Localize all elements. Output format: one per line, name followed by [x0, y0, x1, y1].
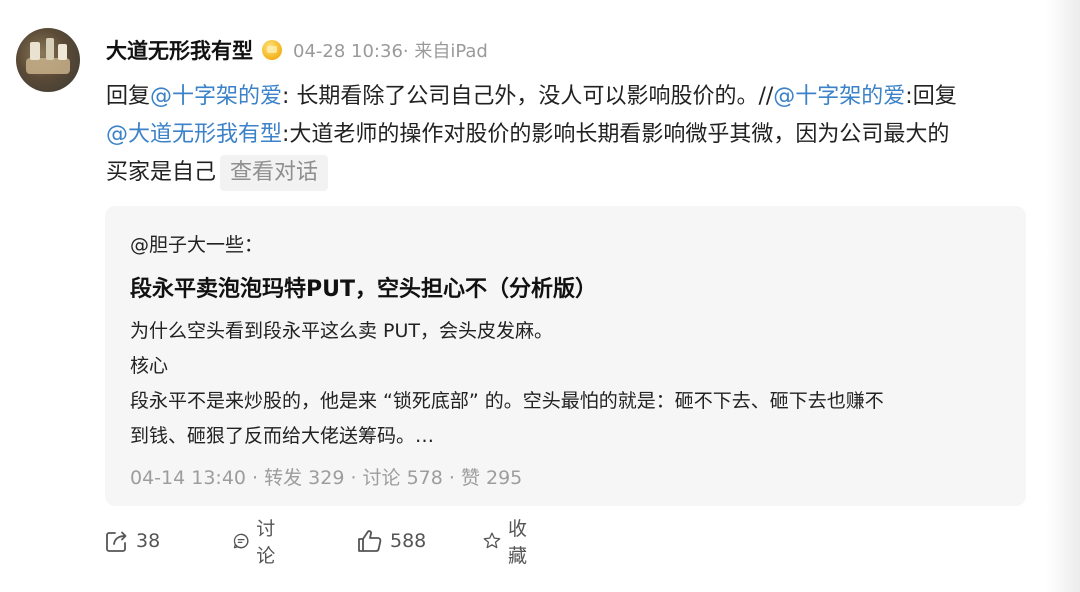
quoted-post-card[interactable]: @胆子大一些： 段永平卖泡泡玛特PUT，空头担心不（分析版） 为什么空头看到段永…: [105, 206, 1026, 506]
comment-button[interactable]: 讨论: [232, 518, 283, 567]
username[interactable]: 大道无形我有型: [106, 35, 253, 65]
post-text-segment: :回复: [905, 84, 957, 109]
post-header: 大道无形我有型 04-28 10:36· 来自iPad: [106, 36, 488, 64]
forward-button[interactable]: 38: [104, 524, 160, 558]
share-icon: [106, 531, 127, 552]
mention-link[interactable]: @大道无形我有型: [106, 122, 282, 147]
post-text-segment: 买家是自己: [106, 160, 217, 185]
favorite-label: 收藏: [507, 518, 527, 567]
quoted-title[interactable]: 段永平卖泡泡玛特PUT，空头担心不（分析版）: [130, 271, 597, 303]
star-icon: [483, 532, 501, 549]
like-count: 588: [390, 530, 427, 552]
mention-link[interactable]: @十字架的爱: [150, 84, 282, 109]
post-text-segment: :大道老师的操作对股价的影响长期看影响微乎其微，因为公司最大的: [282, 122, 950, 147]
post-text-segment: : 长期看除了公司自己外，没人可以影响股价的。//: [282, 84, 774, 109]
quoted-meta: 04-14 13:40 · 转发 329 · 讨论 578 · 赞 295: [130, 467, 523, 489]
quoted-body: 为什么空头看到段永平这么卖 PUT，会头皮发麻。 核心 段永平不是来炒股的，他是…: [130, 314, 1010, 454]
post-text: 回复@十字架的爱: 长期看除了公司自己外，没人可以影响股价的。//@十字架的爱:…: [106, 78, 1036, 192]
avatar[interactable]: [16, 28, 80, 92]
quoted-body-line: 段永平不是来炒股的，他是来 “锁死底部” 的。空头最怕的就是：砸不下去、砸下去也…: [130, 390, 884, 412]
favorite-button[interactable]: 收藏: [482, 518, 535, 567]
quoted-body-line: 为什么空头看到段永平这么卖 PUT，会头皮发麻。: [130, 320, 554, 342]
quoted-body-line: 到钱、砸狠了反而给大佬送筹码。…: [130, 425, 435, 447]
quoted-body-line: 核心: [130, 355, 169, 377]
thumbs-up-icon: [358, 530, 382, 552]
right-edge-shadow: [1046, 0, 1080, 592]
post-time-source: 04-28 10:36· 来自iPad: [293, 41, 488, 62]
comment-icon: [233, 533, 249, 549]
forward-count: 38: [136, 530, 161, 552]
quoted-author[interactable]: @胆子大一些：: [130, 230, 263, 257]
view-conversation-button[interactable]: 查看对话: [220, 155, 329, 191]
comment-label: 讨论: [256, 518, 276, 567]
gold-vip-badge-icon: [262, 40, 282, 60]
mention-link[interactable]: @十字架的爱: [773, 84, 905, 109]
like-button[interactable]: 588: [356, 524, 426, 558]
reply-prefix: 回复: [106, 84, 151, 109]
